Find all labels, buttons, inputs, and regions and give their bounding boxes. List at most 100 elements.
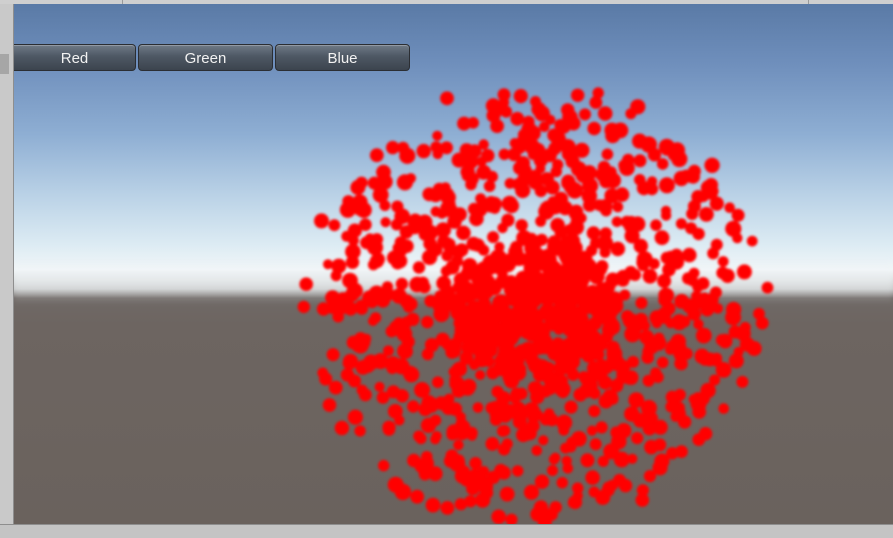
particle — [442, 236, 453, 248]
particle — [640, 136, 657, 153]
particle — [628, 268, 642, 281]
particle-sphere — [297, 87, 774, 524]
particle — [370, 312, 382, 324]
particle — [538, 435, 549, 446]
particle — [339, 201, 356, 218]
particle — [732, 232, 743, 244]
particle — [491, 509, 506, 524]
particle — [449, 374, 460, 385]
particle — [543, 382, 557, 396]
particle — [490, 119, 504, 133]
particle — [362, 290, 378, 307]
particle — [483, 180, 496, 192]
particle — [581, 347, 597, 363]
particle — [416, 143, 431, 159]
particle — [592, 309, 607, 324]
particle — [531, 271, 545, 285]
particle — [716, 266, 729, 280]
left-panel-tab[interactable] — [0, 54, 9, 74]
particle — [397, 141, 410, 154]
particle — [712, 303, 723, 314]
particle — [391, 200, 404, 213]
particle — [440, 91, 454, 106]
particle — [675, 445, 688, 458]
particle — [319, 372, 333, 386]
red-button[interactable]: Red — [14, 44, 136, 71]
particle — [556, 414, 573, 431]
green-button[interactable]: Green — [138, 44, 273, 71]
particle — [523, 484, 540, 500]
particle — [453, 439, 464, 451]
particle — [670, 248, 683, 261]
particle — [425, 497, 441, 513]
particle — [480, 329, 496, 344]
particle — [382, 423, 396, 436]
particle — [642, 268, 658, 284]
particle — [633, 238, 648, 254]
particle — [674, 388, 686, 401]
particle — [696, 277, 710, 290]
particle — [622, 153, 635, 167]
particle — [473, 278, 490, 295]
particle — [297, 300, 310, 314]
particle — [461, 378, 477, 394]
particle — [322, 398, 337, 412]
particle — [739, 336, 755, 352]
particle — [486, 470, 500, 484]
particle — [643, 338, 660, 354]
particle — [423, 395, 435, 406]
particle — [429, 243, 443, 257]
particle — [455, 243, 469, 257]
blue-button[interactable]: Blue — [275, 44, 410, 71]
particle — [621, 310, 634, 323]
particle — [457, 287, 474, 304]
particle — [381, 281, 394, 293]
particle — [369, 148, 384, 163]
particle — [670, 411, 682, 422]
scene-viewport[interactable]: Red Green Blue — [14, 4, 893, 524]
particle — [326, 348, 340, 362]
particle — [299, 277, 314, 292]
particle — [595, 490, 611, 505]
particle — [359, 388, 372, 402]
particle — [555, 276, 572, 293]
particle — [407, 400, 420, 413]
particle — [415, 433, 427, 445]
particle — [520, 327, 533, 340]
particle — [582, 198, 597, 212]
particle — [434, 290, 447, 302]
particle — [727, 306, 739, 318]
particle — [536, 339, 549, 353]
particle — [323, 259, 333, 270]
particle — [485, 437, 500, 451]
particle — [334, 420, 350, 436]
particle — [314, 213, 329, 229]
particle — [717, 333, 733, 349]
particle — [499, 486, 515, 502]
particle — [556, 386, 570, 399]
particle — [595, 286, 613, 304]
particle — [378, 459, 390, 472]
particle — [588, 405, 601, 418]
particle — [531, 445, 543, 456]
particle — [367, 259, 379, 271]
particle — [478, 244, 490, 256]
particle — [682, 247, 697, 263]
particle — [598, 375, 613, 390]
particle — [504, 373, 520, 389]
particle — [386, 250, 402, 266]
particle — [604, 122, 620, 138]
particle — [455, 411, 466, 423]
particle — [432, 130, 443, 141]
particle — [587, 425, 598, 436]
particle — [525, 246, 540, 261]
left-edge-panel — [0, 4, 14, 524]
particle — [534, 474, 550, 489]
particle — [558, 139, 572, 153]
particle — [556, 477, 568, 489]
particle — [325, 301, 339, 314]
particle — [376, 391, 390, 404]
particle — [420, 417, 437, 433]
particle — [709, 374, 721, 386]
particle — [469, 359, 480, 371]
